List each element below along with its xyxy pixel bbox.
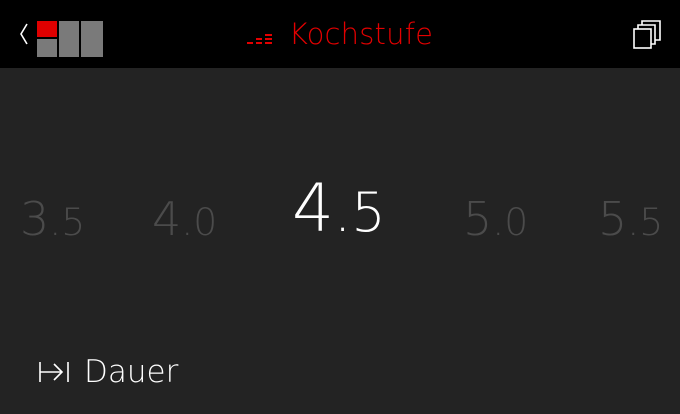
duration-button[interactable]: Dauer xyxy=(38,354,178,390)
timer-end-icon xyxy=(39,362,69,382)
title-group: Kochstufe xyxy=(246,17,434,51)
chevron-left-icon[interactable] xyxy=(18,20,30,48)
top-bar: Kochstufe xyxy=(0,0,680,68)
level-option-5-5[interactable]: 5.5 xyxy=(598,196,663,242)
multi-window-icon[interactable] xyxy=(632,20,662,50)
level-option-3-5[interactable]: 3.5 xyxy=(20,196,85,242)
level-option-4-0[interactable]: 4.0 xyxy=(152,196,217,242)
cooktop-screen: Kochstufe 3.5 4.0 4.5 5.0 5.5 Dauer xyxy=(0,0,680,414)
cooking-zones-icon[interactable] xyxy=(37,21,103,57)
level-selector[interactable]: 3.5 4.0 4.5 5.0 5.5 xyxy=(0,160,680,280)
page-title: Kochstufe xyxy=(288,17,434,51)
level-option-selected[interactable]: 4.5 xyxy=(292,176,386,242)
heat-level-icon xyxy=(246,34,272,44)
duration-label: Dauer xyxy=(84,354,179,390)
level-option-5-0[interactable]: 5.0 xyxy=(463,196,528,242)
